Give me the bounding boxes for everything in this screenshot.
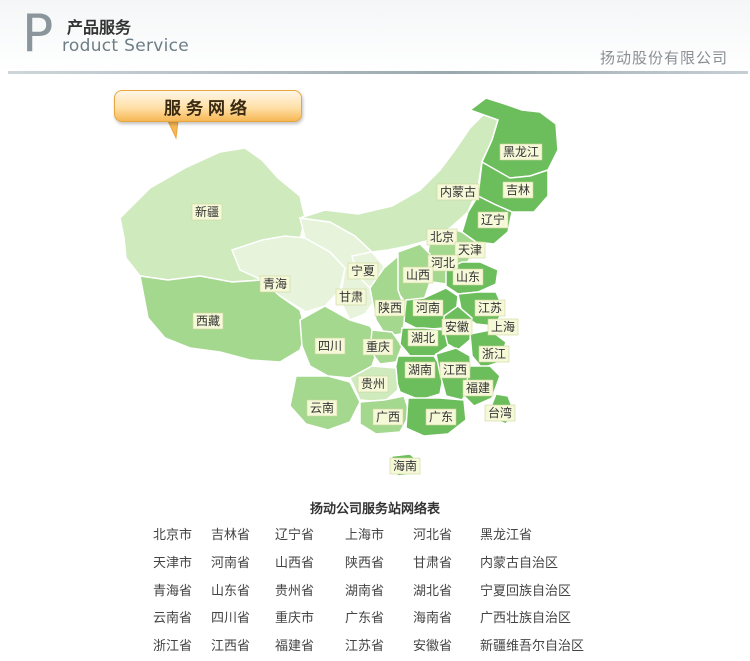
map-label-guangxi: 广西 [372, 408, 404, 426]
table-cell: 广西壮族自治区 [480, 611, 572, 626]
map-label-shanxi: 山西 [402, 266, 434, 284]
table-cell: 甘肃省 [413, 556, 453, 571]
label-text: 河南 [416, 300, 440, 315]
map-label-guizhou: 贵州 [357, 375, 389, 393]
label-text: 台湾 [488, 405, 512, 420]
table-cell: 黑龙江省 [480, 528, 533, 543]
table-cell: 河北省 [413, 528, 453, 543]
map-label-sichuan: 四川 [314, 337, 346, 355]
table-cell: 北京市 [153, 528, 193, 543]
map-label-jiangxi: 江西 [439, 361, 471, 379]
label-text: 青海 [263, 276, 287, 291]
map-label-guangdong: 广东 [425, 408, 457, 426]
label-text: 内蒙古 [440, 184, 476, 199]
map-label-tianjin: 天津 [454, 241, 486, 259]
map-label-jilin: 吉林 [502, 181, 534, 199]
map-label-jiangsu: 江苏 [474, 299, 506, 317]
service-network-tag: 服务网络 [114, 90, 302, 122]
map-label-anhui: 安徽 [441, 318, 473, 336]
table-cell: 云南省 [153, 611, 193, 626]
label-text: 安徽 [445, 319, 469, 334]
service-network-tag-label: 服务网络 [164, 98, 252, 119]
map-label-yunnan: 云南 [306, 399, 338, 417]
map-label-xizang: 西藏 [192, 312, 224, 330]
table-cell: 江西省 [211, 639, 251, 654]
label-text: 吉林 [506, 183, 530, 197]
table-cell: 福建省 [275, 639, 315, 654]
map-label-xinjiang: 新疆 [191, 203, 223, 221]
table-cell: 新疆维吾尔自治区 [480, 639, 585, 654]
table-cell: 吉林省 [211, 528, 251, 543]
map-label-beijing: 北京 [426, 228, 458, 246]
label-text: 山西 [406, 268, 430, 282]
table-cell: 河南省 [211, 556, 251, 571]
table-cell: 安徽省 [413, 639, 453, 654]
label-text: 云南 [310, 400, 334, 415]
map-label-zhejiang: 浙江 [478, 345, 510, 363]
table-cell: 湖南省 [345, 584, 385, 599]
label-text: 陕西 [378, 300, 402, 315]
table-cell: 上海市 [345, 528, 385, 543]
map-label-henan: 河南 [412, 299, 444, 317]
label-text: 辽宁 [481, 212, 505, 227]
table-cell: 青海省 [153, 584, 193, 599]
table-cell: 重庆市 [275, 611, 315, 626]
map-label-liaoning: 辽宁 [477, 211, 509, 229]
table-cell: 内蒙古自治区 [480, 556, 559, 571]
label-text: 福建 [466, 380, 490, 395]
map-label-qinghai: 青海 [259, 275, 291, 293]
label-text: 江苏 [478, 301, 502, 315]
label-text: 宁夏 [351, 263, 375, 278]
label-text: 浙江 [482, 347, 506, 361]
label-text: 新疆 [195, 204, 219, 219]
table-cell: 宁夏回族自治区 [480, 584, 572, 599]
map-label-neimenggu: 内蒙古 [436, 183, 480, 201]
service-table-title: 扬动公司服务站网络表 [309, 502, 440, 517]
map-label-hunan: 湖南 [404, 361, 436, 379]
table-cell: 广东省 [345, 611, 385, 626]
label-text: 黑龙江 [503, 145, 539, 159]
label-text: 甘肃 [339, 290, 363, 304]
label-text: 上海 [491, 319, 515, 334]
label-text: 贵州 [361, 377, 385, 391]
table-cell: 山东省 [211, 584, 251, 599]
table-cell: 江苏省 [345, 639, 385, 654]
map-label-shaanxi: 陕西 [374, 299, 406, 317]
label-text: 四川 [318, 339, 342, 353]
label-text: 广西 [376, 410, 400, 424]
table-cell: 陕西省 [345, 556, 385, 571]
table-cell: 山西省 [275, 556, 315, 571]
map-label-fujian: 福建 [462, 379, 494, 397]
table-cell: 四川省 [211, 611, 251, 626]
table-cell: 天津市 [153, 556, 193, 571]
map-label-shanghai: 上海 [487, 318, 519, 336]
label-text: 重庆 [366, 340, 390, 354]
label-text: 山东 [456, 270, 480, 284]
map-label-hubei: 湖北 [407, 329, 439, 347]
label-text: 江西 [443, 363, 467, 377]
map-label-chongqing: 重庆 [362, 338, 394, 356]
map-label-shandong: 山东 [452, 268, 484, 286]
label-text: 北京 [430, 230, 454, 244]
table-cell: 辽宁省 [275, 528, 315, 543]
map-label-heilongjiang: 黑龙江 [499, 143, 543, 161]
table-cell: 湖北省 [413, 584, 453, 599]
label-text: 天津 [458, 243, 482, 257]
label-text: 西藏 [196, 314, 220, 328]
label-text: 海南 [393, 458, 417, 473]
table-cell: 贵州省 [275, 584, 315, 599]
map-label-ningxia: 宁夏 [347, 262, 379, 280]
map-label-gansu: 甘肃 [335, 288, 367, 306]
map-label-hainan: 海南 [389, 457, 421, 475]
label-text: 河北 [431, 256, 455, 270]
map-label-taiwan: 台湾 [484, 404, 516, 422]
label-text: 湖北 [411, 330, 435, 345]
table-cell: 浙江省 [153, 639, 193, 654]
table-cell: 海南省 [413, 611, 453, 626]
label-text: 湖南 [408, 362, 432, 377]
label-text: 广东 [429, 410, 453, 424]
tag-pointer [167, 120, 179, 140]
